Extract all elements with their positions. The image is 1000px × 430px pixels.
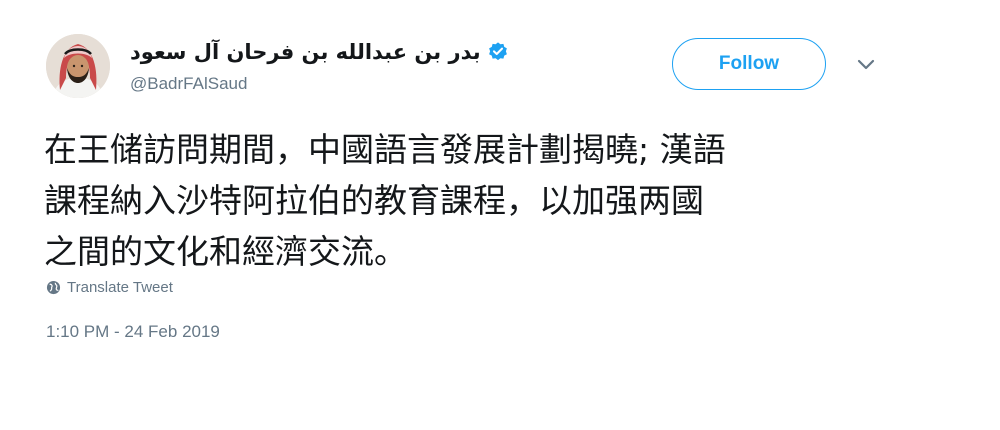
author-name-row[interactable]: بدر بن عبدالله بن فرحان آل سعود [130, 38, 509, 66]
globe-icon [46, 280, 61, 295]
tweet-text-line: 在王储訪問期間，中國語言發展計劃揭曉; 漢語 [44, 130, 726, 169]
author-handle[interactable]: @BadrFAlSaud [130, 74, 247, 94]
follow-button[interactable]: Follow [672, 38, 826, 90]
tweet-card: بدر بن عبدالله بن فرحان آل سعود @BadrFAl… [0, 0, 1000, 430]
tweet-text-line: 之間的文化和經濟交流。 [44, 232, 407, 271]
translate-tweet-link[interactable]: Translate Tweet [46, 279, 173, 296]
translate-tweet-label[interactable]: Translate Tweet [67, 279, 173, 296]
verified-badge-icon [487, 41, 509, 63]
chevron-down-icon[interactable] [856, 58, 876, 72]
tweet-text-line: 課程納入沙特阿拉伯的教育課程，以加强两國 [44, 181, 704, 220]
avatar[interactable] [46, 34, 110, 98]
tweet-text: 在王储訪問期間，中國語言發展計劃揭曉; 漢語 課程納入沙特阿拉伯的教育課程，以加… [44, 124, 904, 277]
display-name[interactable]: بدر بن عبدالله بن فرحان آل سعود [130, 40, 481, 64]
tweet-timestamp[interactable]: 1:10 PM - 24 Feb 2019 [46, 322, 220, 342]
